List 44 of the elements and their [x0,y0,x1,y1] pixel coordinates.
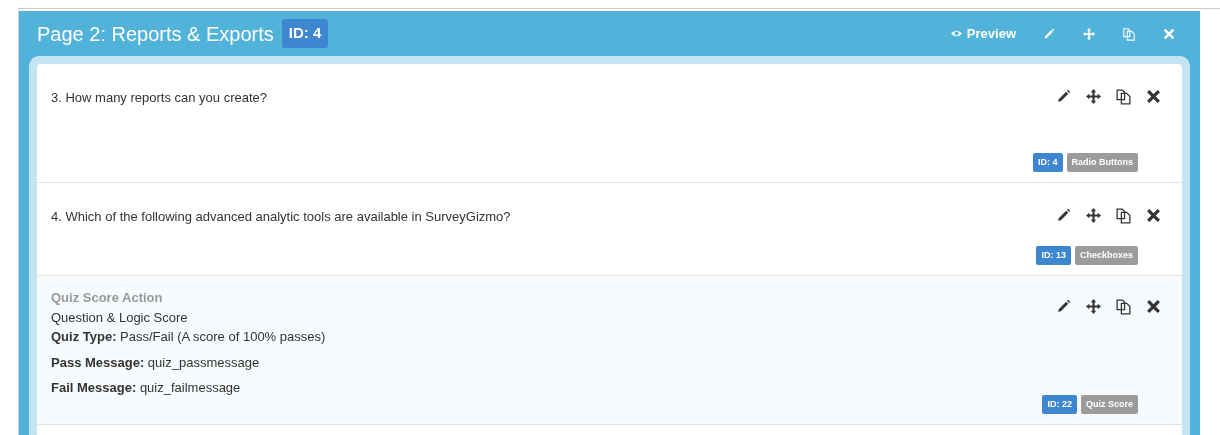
detail-text: Fail Message: quiz_failmessage [51,379,242,397]
pencil-icon [1055,298,1072,315]
id-badge: ID: 4 [1033,152,1063,172]
id-badge: ID: 13 [1036,245,1071,265]
action-subtitle: Question & Logic Score [51,308,189,327]
copy-button[interactable] [1115,298,1132,315]
move-button[interactable] [1085,298,1102,315]
edit-button[interactable] [1055,298,1072,315]
close-icon [1145,298,1162,315]
page-title: Page 2: Reports & Exports [37,21,274,47]
edit-button[interactable] [1055,207,1072,224]
id-badge: ID: 4 [281,19,329,48]
detail-text: Quiz Type: Pass/Fail (A score of 100% passes) [51,328,327,346]
copy-icon [1115,88,1132,105]
pencil-icon [1042,26,1056,41]
edit-button[interactable] [1055,88,1072,105]
delete-button[interactable] [1145,298,1162,315]
delete-button[interactable] [1145,88,1162,105]
copy-icon [1115,298,1132,315]
move-button[interactable] [1085,88,1102,105]
move-icon [1085,207,1102,224]
move-icon [1085,298,1102,315]
pencil-icon [1055,88,1072,105]
move-icon [1082,26,1096,41]
close-icon [1145,88,1162,105]
copy-button[interactable] [1115,88,1132,105]
copy-icon [1122,26,1136,41]
id-badge: ID: 22 [1042,394,1077,414]
type-badge: Radio Buttons [1066,152,1138,172]
preview-button[interactable]: Preview [949,23,1016,44]
copy-button[interactable] [1115,207,1132,224]
close-icon [1145,207,1162,224]
detail-text: Pass Message: quiz_passmessage [51,353,261,372]
type-badge: Checkboxes [1074,245,1138,265]
type-badge: Quiz Score [1081,394,1138,414]
move-icon [1085,88,1102,105]
question-text: 4. Which of the following advanced analytic tools are available in SurveyGizmo? [51,208,512,226]
copy-icon [1115,207,1132,224]
pencil-icon [1055,207,1072,224]
question-text: 3. How many reports can you create? [51,89,269,107]
close-icon [1162,26,1176,41]
move-button[interactable] [1085,207,1102,224]
action-heading: Quiz Score Action [51,289,164,307]
delete-button[interactable] [1145,207,1162,224]
